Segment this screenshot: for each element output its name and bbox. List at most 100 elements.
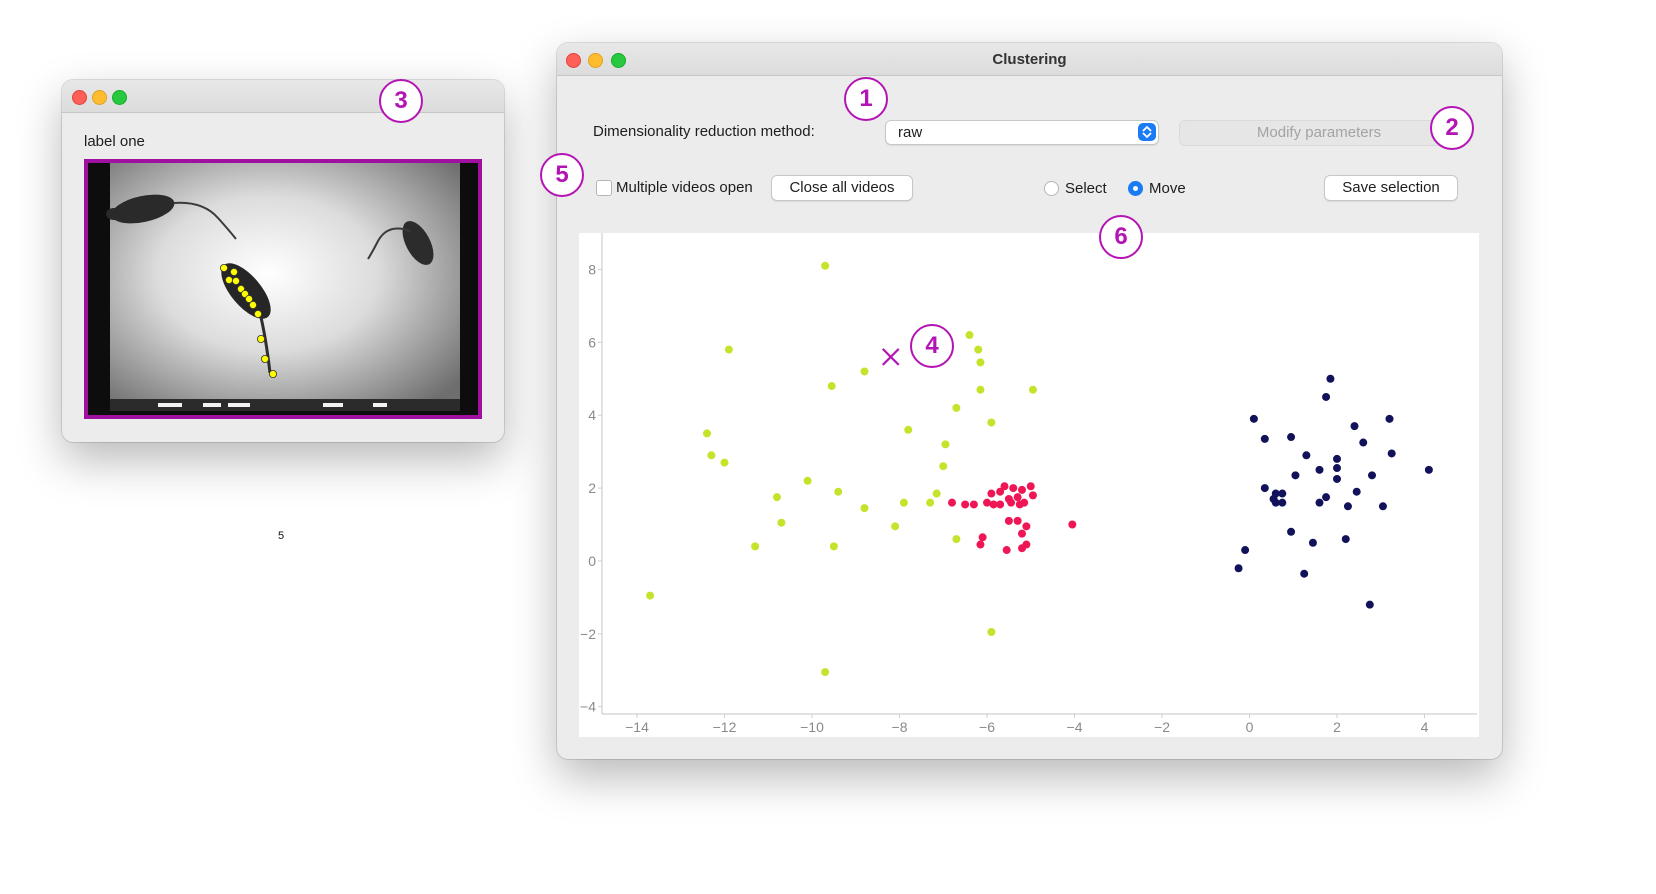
minimize-window-button[interactable] xyxy=(92,90,107,105)
zoom-window-button[interactable] xyxy=(112,90,127,105)
data-point[interactable] xyxy=(1007,498,1016,507)
data-point[interactable] xyxy=(1287,433,1296,442)
data-point[interactable] xyxy=(1300,569,1309,578)
data-point[interactable] xyxy=(1322,493,1331,502)
video-window-titlebar[interactable] xyxy=(62,80,504,113)
data-point[interactable] xyxy=(1302,451,1311,460)
scatter-plot[interactable]: −14 −12 −10 −8 −6 −4 −2 0 2 4 −4 −2 0 2 4 6 8 xyxy=(579,233,1479,737)
dim-reduction-select[interactable]: raw xyxy=(885,120,1159,145)
data-point[interactable] xyxy=(1350,422,1359,431)
data-point[interactable] xyxy=(1013,493,1022,502)
data-point[interactable] xyxy=(1352,487,1361,496)
data-point[interactable] xyxy=(703,429,711,438)
data-point[interactable] xyxy=(1343,502,1352,511)
select-radio[interactable] xyxy=(1044,181,1059,196)
data-point[interactable] xyxy=(1378,502,1387,511)
data-point[interactable] xyxy=(976,540,985,549)
data-point[interactable] xyxy=(1385,414,1394,423)
data-point[interactable] xyxy=(773,493,781,502)
data-point[interactable] xyxy=(1002,546,1011,555)
data-point[interactable] xyxy=(1068,520,1077,529)
data-point[interactable] xyxy=(751,542,760,551)
data-point[interactable] xyxy=(976,385,985,394)
data-point[interactable] xyxy=(834,487,843,496)
data-point[interactable] xyxy=(724,345,733,354)
data-point[interactable] xyxy=(1315,465,1324,474)
data-point[interactable] xyxy=(1308,538,1317,547)
data-point[interactable] xyxy=(821,668,830,677)
data-point[interactable] xyxy=(961,500,970,509)
data-point[interactable] xyxy=(1009,484,1018,493)
data-point[interactable] xyxy=(707,451,716,460)
data-point[interactable] xyxy=(978,533,987,542)
data-point[interactable] xyxy=(965,331,974,340)
data-point[interactable] xyxy=(987,418,996,427)
data-point[interactable] xyxy=(860,504,869,513)
clustering-window-titlebar[interactable]: Clustering xyxy=(557,43,1502,76)
data-point[interactable] xyxy=(827,382,836,391)
data-point[interactable] xyxy=(1341,535,1350,544)
data-point[interactable] xyxy=(1315,498,1324,507)
data-point[interactable] xyxy=(1241,546,1250,555)
data-point[interactable] xyxy=(821,261,830,270)
data-point[interactable] xyxy=(1333,464,1341,473)
data-point[interactable] xyxy=(1028,491,1037,500)
data-point[interactable] xyxy=(1278,489,1287,498)
data-point[interactable] xyxy=(720,458,729,467)
data-point[interactable] xyxy=(1359,438,1368,447)
data-point[interactable] xyxy=(987,628,996,637)
data-point[interactable] xyxy=(1278,498,1287,507)
data-point[interactable] xyxy=(948,498,956,507)
data-point[interactable] xyxy=(1291,471,1300,480)
close-all-videos-button[interactable]: Close all videos xyxy=(771,175,913,201)
data-point[interactable] xyxy=(1365,600,1374,609)
scatter-chart[interactable]: −14 −12 −10 −8 −6 −4 −2 0 2 4 −4 −2 0 2 4 6 8 xyxy=(579,233,1479,737)
data-point[interactable] xyxy=(939,462,948,471)
data-point[interactable] xyxy=(1368,471,1376,480)
data-point[interactable] xyxy=(1260,434,1269,443)
data-point[interactable] xyxy=(860,367,869,376)
data-point[interactable] xyxy=(1249,414,1258,423)
data-point[interactable] xyxy=(1022,540,1031,549)
data-point[interactable] xyxy=(926,498,935,507)
data-point[interactable] xyxy=(1322,392,1331,401)
move-radio[interactable] xyxy=(1128,181,1143,196)
data-point[interactable] xyxy=(996,500,1005,509)
data-point[interactable] xyxy=(1022,522,1031,531)
data-point[interactable] xyxy=(1424,465,1433,474)
data-point[interactable] xyxy=(1020,498,1029,507)
data-point[interactable] xyxy=(829,542,838,551)
data-point[interactable] xyxy=(891,522,900,531)
data-point[interactable] xyxy=(803,476,812,485)
data-point[interactable] xyxy=(1026,482,1035,491)
data-point[interactable] xyxy=(996,487,1005,496)
data-point[interactable] xyxy=(1234,564,1243,573)
data-point[interactable] xyxy=(983,498,991,507)
modify-parameters-button[interactable]: Modify parameters xyxy=(1179,120,1459,146)
data-point[interactable] xyxy=(1387,449,1396,458)
data-point[interactable] xyxy=(952,535,961,544)
data-point[interactable] xyxy=(1018,485,1026,494)
data-point[interactable] xyxy=(1004,516,1013,525)
data-point[interactable] xyxy=(952,403,961,412)
data-point[interactable] xyxy=(899,498,908,507)
data-point[interactable] xyxy=(974,345,983,354)
data-point[interactable] xyxy=(987,489,996,498)
data-point[interactable] xyxy=(932,489,941,498)
multiple-videos-checkbox[interactable] xyxy=(596,180,612,196)
data-point[interactable] xyxy=(1028,385,1037,394)
data-point[interactable] xyxy=(777,518,786,527)
data-point[interactable] xyxy=(941,440,950,449)
data-point[interactable] xyxy=(904,425,913,434)
video-frame[interactable] xyxy=(84,159,482,419)
data-point[interactable] xyxy=(1333,474,1341,483)
data-point[interactable] xyxy=(1326,374,1335,383)
data-point[interactable] xyxy=(969,500,978,509)
data-point[interactable] xyxy=(1013,516,1022,525)
data-point[interactable] xyxy=(1018,529,1026,538)
data-point[interactable] xyxy=(976,358,985,367)
close-window-button[interactable] xyxy=(72,90,87,105)
data-point[interactable] xyxy=(1333,454,1341,463)
data-point[interactable] xyxy=(1287,527,1296,536)
data-point[interactable] xyxy=(1260,484,1269,493)
